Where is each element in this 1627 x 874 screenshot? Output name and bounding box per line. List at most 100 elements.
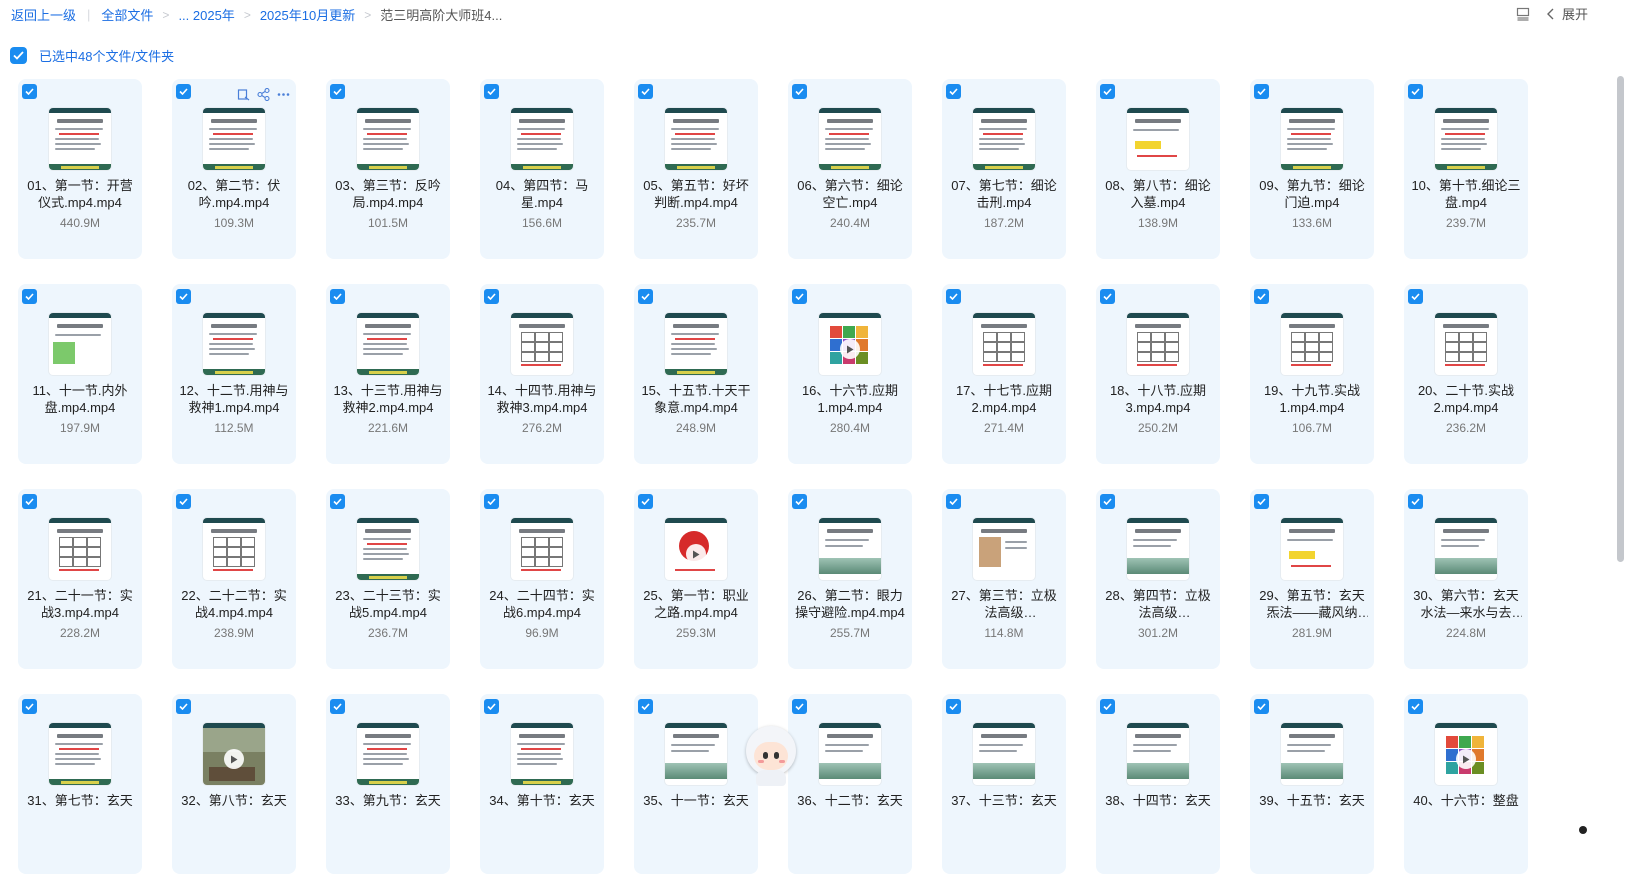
file-card[interactable]: 28、第四节：立极法高级（2）.mp4.mp4 301.2M bbox=[1096, 489, 1220, 669]
file-checkbox[interactable] bbox=[1408, 699, 1423, 714]
file-checkbox[interactable] bbox=[330, 699, 345, 714]
video-thumbnail[interactable] bbox=[357, 313, 419, 375]
file-checkbox[interactable] bbox=[330, 84, 345, 99]
video-thumbnail[interactable] bbox=[819, 723, 881, 785]
video-thumbnail[interactable] bbox=[665, 723, 727, 785]
video-thumbnail[interactable] bbox=[511, 723, 573, 785]
file-checkbox[interactable] bbox=[22, 699, 37, 714]
file-checkbox[interactable] bbox=[484, 699, 499, 714]
video-thumbnail[interactable] bbox=[973, 723, 1035, 785]
video-thumbnail[interactable] bbox=[1127, 723, 1189, 785]
save-to-icon[interactable] bbox=[236, 87, 250, 101]
file-card[interactable]: 03、第三节：反吟局.mp4.mp4 101.5M bbox=[326, 79, 450, 259]
video-thumbnail[interactable] bbox=[49, 313, 111, 375]
file-card[interactable]: 40、十六节：整盘 bbox=[1404, 694, 1528, 874]
video-thumbnail[interactable] bbox=[203, 518, 265, 580]
file-checkbox[interactable] bbox=[638, 289, 653, 304]
file-card[interactable]: 35、十一节：玄天 bbox=[634, 694, 758, 874]
file-card[interactable]: 32、第八节：玄天 bbox=[172, 694, 296, 874]
file-checkbox[interactable] bbox=[946, 494, 961, 509]
file-card[interactable]: 30、第六节：玄天水法—来水与去水.mp4 224.8M bbox=[1404, 489, 1528, 669]
file-checkbox[interactable] bbox=[1408, 84, 1423, 99]
file-card[interactable]: 08、第八节：细论入墓.mp4 138.9M bbox=[1096, 79, 1220, 259]
video-thumbnail[interactable] bbox=[973, 108, 1035, 170]
video-thumbnail[interactable] bbox=[511, 313, 573, 375]
video-thumbnail[interactable] bbox=[1127, 518, 1189, 580]
share-icon[interactable] bbox=[256, 87, 270, 101]
video-thumbnail[interactable] bbox=[1281, 723, 1343, 785]
file-card[interactable]: 02、第二节：伏吟.mp4.mp4 109.3M bbox=[172, 79, 296, 259]
video-thumbnail[interactable] bbox=[665, 108, 727, 170]
file-card[interactable]: 18、十八节.应期3.mp4.mp4 250.2M bbox=[1096, 284, 1220, 464]
video-thumbnail[interactable] bbox=[973, 518, 1035, 580]
file-card[interactable]: 04、第四节：马星.mp4 156.6M bbox=[480, 79, 604, 259]
video-thumbnail[interactable] bbox=[1435, 313, 1497, 375]
video-thumbnail[interactable] bbox=[819, 313, 881, 375]
video-thumbnail[interactable] bbox=[973, 313, 1035, 375]
file-card[interactable]: 13、十三节.用神与救神2.mp4.mp4 221.6M bbox=[326, 284, 450, 464]
video-thumbnail[interactable] bbox=[819, 518, 881, 580]
video-thumbnail[interactable] bbox=[665, 313, 727, 375]
file-card[interactable]: 11、十一节.内外盘.mp4.mp4 197.9M bbox=[18, 284, 142, 464]
file-card[interactable]: 37、十三节：玄天 bbox=[942, 694, 1066, 874]
file-checkbox[interactable] bbox=[638, 494, 653, 509]
video-thumbnail[interactable] bbox=[1127, 108, 1189, 170]
list-view-icon[interactable] bbox=[1514, 5, 1532, 23]
file-card[interactable]: 16、十六节.应期1.mp4.mp4 280.4M bbox=[788, 284, 912, 464]
file-card[interactable]: 09、第九节：细论门迫.mp4 133.6M bbox=[1250, 79, 1374, 259]
video-thumbnail[interactable] bbox=[49, 723, 111, 785]
breadcrumb-year[interactable]: ... 2025年 bbox=[178, 5, 234, 24]
video-thumbnail[interactable] bbox=[1435, 518, 1497, 580]
scrollbar[interactable] bbox=[1617, 76, 1624, 562]
video-thumbnail[interactable] bbox=[357, 518, 419, 580]
file-checkbox[interactable] bbox=[330, 494, 345, 509]
file-checkbox[interactable] bbox=[1100, 494, 1115, 509]
file-card[interactable]: 20、二十节.实战2.mp4.mp4 236.2M bbox=[1404, 284, 1528, 464]
video-thumbnail[interactable] bbox=[511, 518, 573, 580]
file-card[interactable]: 27、第三节：立极法高级（1）.mp4.mp4 114.8M bbox=[942, 489, 1066, 669]
file-card[interactable]: 26、第二节：眼力操守避险.mp4.mp4 255.7M bbox=[788, 489, 912, 669]
file-card[interactable]: 10、第十节.细论三盘.mp4 239.7M bbox=[1404, 79, 1528, 259]
file-card[interactable]: 38、十四节：玄天 bbox=[1096, 694, 1220, 874]
file-card[interactable]: 06、第六节：细论空亡.mp4 240.4M bbox=[788, 79, 912, 259]
file-checkbox[interactable] bbox=[1408, 289, 1423, 304]
file-card[interactable]: 21、二十一节：实战3.mp4.mp4 228.2M bbox=[18, 489, 142, 669]
file-checkbox[interactable] bbox=[1100, 699, 1115, 714]
file-checkbox[interactable] bbox=[792, 289, 807, 304]
more-icon[interactable] bbox=[276, 87, 290, 101]
video-thumbnail[interactable] bbox=[1127, 313, 1189, 375]
file-card[interactable]: 39、十五节：玄天 bbox=[1250, 694, 1374, 874]
file-checkbox[interactable] bbox=[1254, 494, 1269, 509]
assistant-mascot[interactable] bbox=[744, 726, 798, 786]
video-thumbnail[interactable] bbox=[357, 723, 419, 785]
video-thumbnail[interactable] bbox=[1435, 723, 1497, 785]
file-card[interactable]: 23、二十三节：实战5.mp4.mp4 236.7M bbox=[326, 489, 450, 669]
video-thumbnail[interactable] bbox=[1281, 518, 1343, 580]
file-checkbox[interactable] bbox=[792, 494, 807, 509]
file-checkbox[interactable] bbox=[176, 289, 191, 304]
file-card[interactable]: 34、第十节：玄天 bbox=[480, 694, 604, 874]
file-checkbox[interactable] bbox=[1408, 494, 1423, 509]
video-thumbnail[interactable] bbox=[511, 108, 573, 170]
file-card[interactable]: 01、第一节：开营仪式.mp4.mp4 440.9M bbox=[18, 79, 142, 259]
file-card[interactable]: 25、第一节：职业之路.mp4.mp4 259.3M bbox=[634, 489, 758, 669]
file-checkbox[interactable] bbox=[22, 84, 37, 99]
video-thumbnail[interactable] bbox=[1281, 313, 1343, 375]
select-all-checkbox[interactable] bbox=[10, 47, 27, 64]
file-checkbox[interactable] bbox=[22, 494, 37, 509]
file-card[interactable]: 36、十二节：玄天 bbox=[788, 694, 912, 874]
file-checkbox[interactable] bbox=[484, 84, 499, 99]
file-card[interactable]: 29、第五节：玄天炁法——藏风纳气.mp4 281.9M bbox=[1250, 489, 1374, 669]
file-checkbox[interactable] bbox=[1100, 289, 1115, 304]
file-card[interactable]: 22、二十二节：实战4.mp4.mp4 238.9M bbox=[172, 489, 296, 669]
breadcrumb-month[interactable]: 2025年10月更新 bbox=[260, 5, 355, 24]
file-checkbox[interactable] bbox=[638, 699, 653, 714]
file-card[interactable]: 07、第七节：细论击刑.mp4 187.2M bbox=[942, 79, 1066, 259]
video-thumbnail[interactable] bbox=[203, 313, 265, 375]
video-thumbnail[interactable] bbox=[203, 723, 265, 785]
file-checkbox[interactable] bbox=[792, 84, 807, 99]
file-checkbox[interactable] bbox=[1100, 84, 1115, 99]
file-card[interactable]: 19、十九节.实战1.mp4.mp4 106.7M bbox=[1250, 284, 1374, 464]
file-checkbox[interactable] bbox=[1254, 699, 1269, 714]
video-thumbnail[interactable] bbox=[203, 108, 265, 170]
